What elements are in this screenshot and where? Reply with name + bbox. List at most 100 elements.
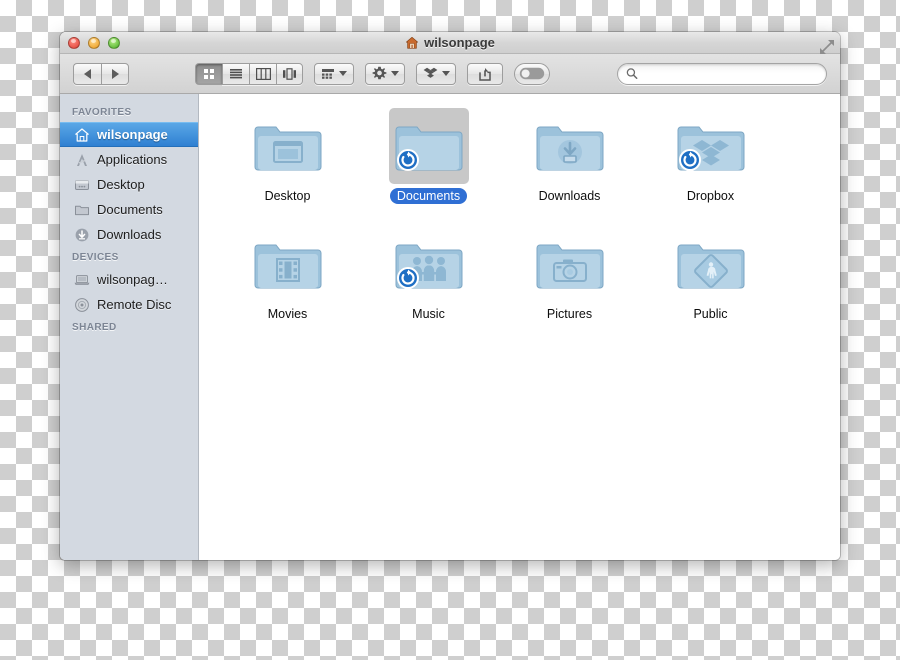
- action-button[interactable]: [365, 62, 405, 85]
- sidebar-section-favorites: FAVORITES: [72, 107, 132, 118]
- folder-icon: [536, 244, 603, 289]
- share-button[interactable]: [467, 62, 503, 85]
- folder-icon: [395, 126, 462, 171]
- minimize-button[interactable]: [88, 36, 100, 49]
- file-item-documents[interactable]: Documents: [358, 108, 499, 204]
- columns-icon: [255, 67, 271, 80]
- window-title-text: wilsonpage: [424, 35, 495, 50]
- item-thumb: [530, 226, 610, 302]
- item-thumb: [671, 226, 751, 302]
- file-item-pictures[interactable]: Pictures: [499, 226, 640, 322]
- column-view-button[interactable]: [249, 62, 276, 85]
- list-icon: [230, 68, 242, 78]
- gear-icon: [372, 66, 386, 80]
- sync-badge: [396, 149, 419, 171]
- share-icon: [479, 67, 491, 81]
- search-icon: [626, 68, 638, 80]
- sync-badge: [678, 149, 701, 171]
- folder-icon: [677, 126, 744, 171]
- sidebar-item-wilsonpage[interactable]: wilsonpage: [60, 122, 198, 147]
- forward-button[interactable]: [101, 62, 129, 85]
- item-thumb: [248, 108, 328, 184]
- sidebar-item-label: wilsonpag…: [97, 272, 168, 287]
- fullscreen-expand-icon: [820, 40, 834, 54]
- item-label: Pictures: [546, 307, 593, 321]
- search-field[interactable]: [617, 62, 827, 85]
- fullscreen-button[interactable]: [818, 38, 836, 56]
- back-button[interactable]: [73, 62, 101, 85]
- download-arrow-glyph: [557, 140, 582, 164]
- folder-icon: [536, 126, 603, 171]
- file-item-dropbox[interactable]: Dropbox: [640, 108, 781, 204]
- item-thumb: [671, 108, 751, 184]
- icon-grid: Desktop Documents Downloads Dropbox Movi…: [199, 108, 840, 322]
- tags-button[interactable]: [514, 62, 550, 85]
- item-label: Public: [693, 307, 728, 321]
- arrange-button[interactable]: [314, 62, 354, 85]
- sidebar-item-documents[interactable]: Documents: [60, 197, 198, 222]
- desktop-window-glyph: [272, 141, 303, 163]
- chevron-down-icon: [339, 71, 347, 76]
- finder-sidebar: FAVORITES wilsonpage Applications Deskto…: [60, 94, 199, 560]
- tag-toggle-icon: [519, 67, 545, 80]
- chevron-down-icon: [441, 71, 450, 76]
- arrange-icon: [322, 68, 334, 79]
- item-thumb: [248, 226, 328, 302]
- sidebar-item-downloads[interactable]: Downloads: [60, 222, 198, 247]
- sidebar-item-label: wilsonpage: [97, 127, 168, 142]
- downloads-icon: [75, 228, 89, 241]
- sidebar-item-label: Remote Disc: [97, 297, 172, 312]
- item-label: Downloads: [538, 189, 601, 203]
- applications-icon: [77, 153, 87, 166]
- item-thumb: [388, 108, 469, 184]
- nav-buttons: [73, 62, 129, 85]
- sidebar-item-label: Downloads: [97, 227, 162, 242]
- item-label: Music: [412, 307, 445, 321]
- window-titlebar[interactable]: wilsonpage: [60, 32, 840, 54]
- sync-badge: [396, 267, 419, 289]
- item-label: Desktop: [264, 189, 311, 203]
- list-view-button[interactable]: [222, 62, 249, 85]
- laptop-icon: [74, 274, 90, 285]
- dropbox-icon: [423, 67, 437, 78]
- window-title: wilsonpage: [60, 35, 840, 50]
- finder-window: wilsonpage FAVORITES wilsonpage Applicat…: [60, 32, 840, 560]
- folder-icon: [254, 244, 321, 289]
- coverflow-view-button[interactable]: [276, 62, 303, 85]
- file-item-desktop[interactable]: Desktop: [217, 108, 358, 204]
- file-item-music[interactable]: Music: [358, 226, 499, 322]
- home-icon: [75, 127, 89, 142]
- chevron-right-icon: [111, 68, 119, 79]
- view-switcher: [195, 62, 303, 85]
- sidebar-item-wilsonpage-device[interactable]: wilsonpag…: [60, 267, 198, 292]
- sidebar-item-remote-disc[interactable]: Remote Disc: [60, 292, 198, 317]
- close-button[interactable]: [68, 36, 80, 49]
- desktop-icon: [75, 179, 89, 190]
- sidebar-item-applications[interactable]: Applications: [60, 147, 198, 172]
- chevron-down-icon: [390, 71, 399, 76]
- sidebar-item-label: Desktop: [97, 177, 145, 192]
- sidebar-item-label: Documents: [97, 202, 163, 217]
- home-icon: [406, 36, 419, 49]
- sidebar-item-label: Applications: [97, 152, 168, 167]
- disc-icon: [75, 297, 89, 312]
- icon-view-button[interactable]: [195, 62, 222, 85]
- item-label: Documents: [389, 188, 468, 204]
- window-controls: [68, 36, 120, 49]
- item-thumb: [530, 108, 610, 184]
- sidebar-section-devices: DEVICES: [72, 252, 119, 263]
- coverflow-icon: [283, 67, 296, 80]
- dropbox-button[interactable]: [416, 62, 456, 85]
- film-strip-glyph: [275, 258, 300, 282]
- file-item-movies[interactable]: Movies: [217, 226, 358, 322]
- zoom-button[interactable]: [108, 36, 120, 49]
- finder-toolbar: [60, 54, 840, 94]
- window-body: FAVORITES wilsonpage Applications Deskto…: [60, 94, 840, 560]
- sidebar-item-desktop[interactable]: Desktop: [60, 172, 198, 197]
- search-input[interactable]: [642, 66, 818, 81]
- grid-icon: [204, 68, 214, 79]
- file-item-downloads[interactable]: Downloads: [499, 108, 640, 204]
- item-thumb: [389, 226, 469, 302]
- file-item-public[interactable]: Public: [640, 226, 781, 322]
- item-label: Movies: [267, 307, 308, 321]
